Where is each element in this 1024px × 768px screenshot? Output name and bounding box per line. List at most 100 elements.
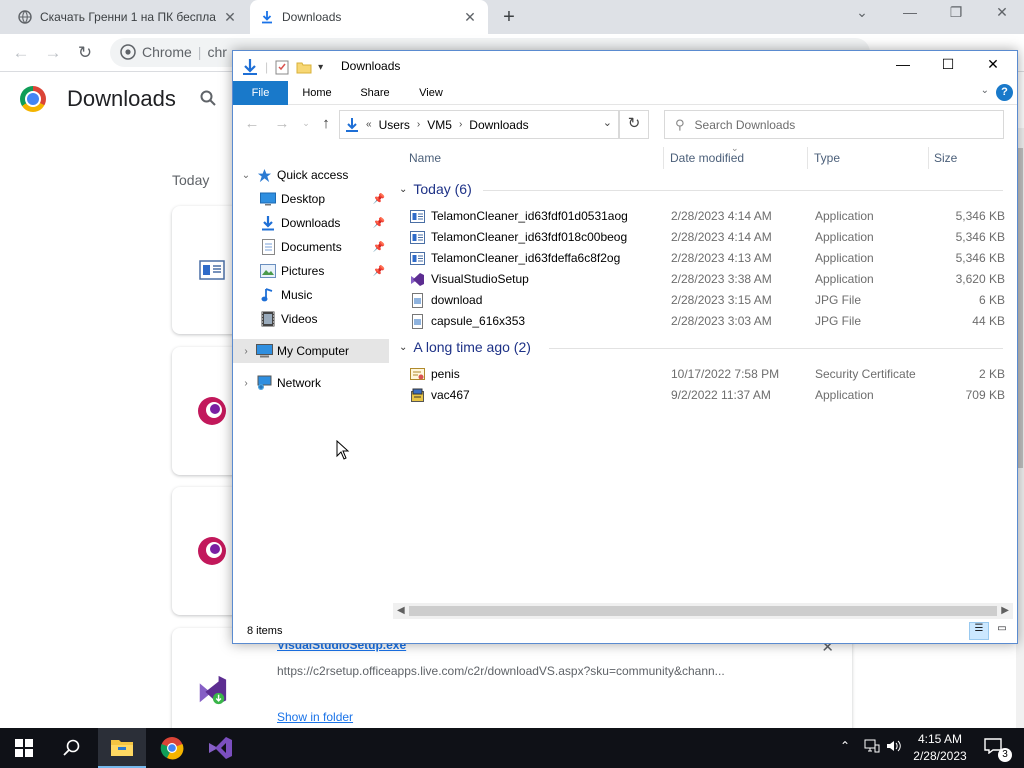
taskbar-chrome[interactable]: [148, 728, 196, 768]
file-row[interactable]: vac467 9/2/2022 11:37 AM Application 709…: [407, 385, 1005, 406]
nav-item-downloads[interactable]: Downloads 📌: [233, 211, 389, 235]
scroll-right-icon[interactable]: ▶: [1001, 605, 1009, 616]
omnibox-divider: |: [197, 44, 202, 60]
tab-downloads[interactable]: Downloads ✕: [250, 0, 488, 34]
nav-quick-access[interactable]: ⌄ Quick access: [233, 163, 389, 187]
address-dropdown-icon[interactable]: ⌄: [603, 116, 612, 129]
nav-item-pictures[interactable]: Pictures 📌: [233, 259, 389, 283]
search-button[interactable]: [48, 728, 96, 768]
column-name[interactable]: Name: [409, 151, 441, 165]
nav-network[interactable]: › Network: [233, 371, 389, 395]
taskbar-file-explorer[interactable]: [98, 728, 146, 768]
collapse-group-icon[interactable]: ⌄: [399, 184, 407, 195]
image-file-icon: [412, 314, 423, 329]
file-row[interactable]: TelamonCleaner_id63fdf01d0531aog 2/28/20…: [407, 206, 1005, 227]
nav-item-videos[interactable]: Videos: [233, 307, 389, 331]
omnibox-chip: Chrome | chr: [120, 44, 227, 60]
back-button[interactable]: ←: [10, 42, 32, 64]
new-tab-button[interactable]: +: [498, 6, 520, 29]
nav-label: My Computer: [277, 344, 350, 358]
refresh-button[interactable]: ↻: [619, 110, 649, 139]
collapse-icon[interactable]: ⌄: [237, 170, 255, 181]
file-row[interactable]: VisualStudioSetup 2/28/2023 3:38 AM Appl…: [407, 269, 1005, 290]
file-row[interactable]: TelamonCleaner_id63fdf018c00beog 2/28/20…: [407, 227, 1005, 248]
minimize-button[interactable]: —: [896, 4, 924, 20]
reload-button[interactable]: ↻: [74, 42, 96, 64]
taskbar-visual-studio[interactable]: [196, 728, 244, 768]
forward-button[interactable]: →: [42, 42, 64, 64]
expand-ribbon-icon[interactable]: ⌄: [981, 85, 989, 96]
expand-icon[interactable]: ›: [237, 378, 255, 389]
nav-item-desktop[interactable]: Desktop 📌: [233, 187, 389, 211]
system-clock[interactable]: 4:15 AM 2/28/2023: [910, 731, 970, 765]
close-window-button[interactable]: ✕: [988, 4, 1016, 21]
tab-search-icon[interactable]: ⌄: [848, 4, 876, 21]
file-row[interactable]: penis 10/17/2022 7:58 PM Security Certif…: [407, 364, 1005, 385]
start-button[interactable]: [0, 728, 48, 768]
breadcrumb-overflow[interactable]: «: [366, 119, 372, 130]
properties-icon[interactable]: [274, 59, 290, 75]
volume-icon[interactable]: [886, 739, 902, 756]
breadcrumb-users[interactable]: Users: [379, 118, 410, 132]
show-hidden-icons[interactable]: ⌃: [840, 739, 850, 753]
search-input[interactable]: ⚲ Search Downloads: [664, 110, 1004, 139]
show-in-folder-link[interactable]: Show in folder: [277, 710, 353, 724]
search-icon[interactable]: [200, 90, 216, 111]
forward-button[interactable]: →: [273, 115, 291, 132]
scrollbar-thumb[interactable]: [409, 606, 997, 616]
group-long-time-ago[interactable]: ⌄ A long time ago (2): [399, 339, 1003, 355]
column-divider[interactable]: [807, 147, 808, 169]
explorer-minimize-button[interactable]: —: [888, 56, 918, 72]
column-date-modified[interactable]: Date modified: [670, 151, 744, 165]
tab-file[interactable]: File: [233, 81, 288, 105]
details-view-icon[interactable]: ☰: [969, 622, 989, 640]
column-size[interactable]: Size: [934, 151, 957, 165]
address-bar[interactable]: « Users › VM5 › Downloads ⌄: [339, 110, 619, 139]
recent-locations-icon[interactable]: ⌄: [297, 118, 315, 129]
column-divider[interactable]: [663, 147, 664, 169]
taskbar: ⌃ 4:15 AM 2/28/2023 3: [0, 728, 1024, 768]
help-button[interactable]: ?: [996, 84, 1013, 101]
back-button[interactable]: ←: [243, 115, 261, 132]
visual-studio-icon: [199, 675, 227, 705]
file-row[interactable]: download 2/28/2023 3:15 AM JPG File 6 KB: [407, 290, 1005, 311]
breadcrumb-vm5[interactable]: VM5: [427, 118, 452, 132]
collapse-group-icon[interactable]: ⌄: [399, 342, 407, 353]
nav-item-documents[interactable]: Documents 📌: [233, 235, 389, 259]
certificate-icon: [410, 368, 425, 380]
action-center-button[interactable]: 3: [984, 738, 1012, 762]
file-date: 2/28/2023 3:03 AM: [671, 314, 772, 328]
breadcrumb-chevron-icon[interactable]: ›: [417, 119, 420, 130]
horizontal-scrollbar[interactable]: ◀ ▶: [393, 603, 1013, 619]
nav-item-music[interactable]: Music: [233, 283, 389, 307]
tab-view[interactable]: View: [409, 81, 453, 105]
group-label: A long time ago (2): [413, 339, 531, 355]
breadcrumb-chevron-icon[interactable]: ›: [459, 119, 462, 130]
new-folder-icon[interactable]: [296, 59, 312, 75]
explorer-maximize-button[interactable]: ☐: [933, 56, 963, 73]
file-row[interactable]: capsule_616x353 2/28/2023 3:03 AM JPG Fi…: [407, 311, 1005, 332]
close-tab-icon[interactable]: ✕: [462, 9, 478, 26]
up-button[interactable]: ↑: [317, 115, 335, 132]
tab-share[interactable]: Share: [353, 81, 397, 105]
tab-grenni[interactable]: Скачать Гренни 1 на ПК беспла ✕: [8, 0, 248, 34]
clock-time: 4:15 AM: [917, 732, 963, 746]
explorer-close-button[interactable]: ✕: [978, 56, 1008, 73]
column-type[interactable]: Type: [814, 151, 840, 165]
nav-my-computer[interactable]: › My Computer: [233, 339, 389, 363]
file-row[interactable]: TelamonCleaner_id63fdeffa6c8f2og 2/28/20…: [407, 248, 1005, 269]
qat-dropdown-icon[interactable]: ▾: [318, 62, 323, 73]
large-icons-view-icon[interactable]: ▭: [992, 622, 1012, 640]
restore-button[interactable]: ❐: [942, 4, 970, 21]
installer-icon: [411, 388, 424, 402]
scroll-left-icon[interactable]: ◀: [397, 605, 405, 616]
close-tab-icon[interactable]: ✕: [222, 9, 238, 26]
network-tray-icon[interactable]: [864, 739, 880, 756]
breadcrumb-downloads[interactable]: Downloads: [469, 118, 528, 132]
file-name: download: [431, 293, 483, 307]
column-divider[interactable]: [928, 147, 929, 169]
expand-icon[interactable]: ›: [237, 346, 255, 357]
group-today[interactable]: ⌄ Today (6): [399, 181, 1003, 197]
status-bar: 8 items ☰ ▭: [233, 619, 1017, 643]
tab-home[interactable]: Home: [295, 81, 339, 105]
